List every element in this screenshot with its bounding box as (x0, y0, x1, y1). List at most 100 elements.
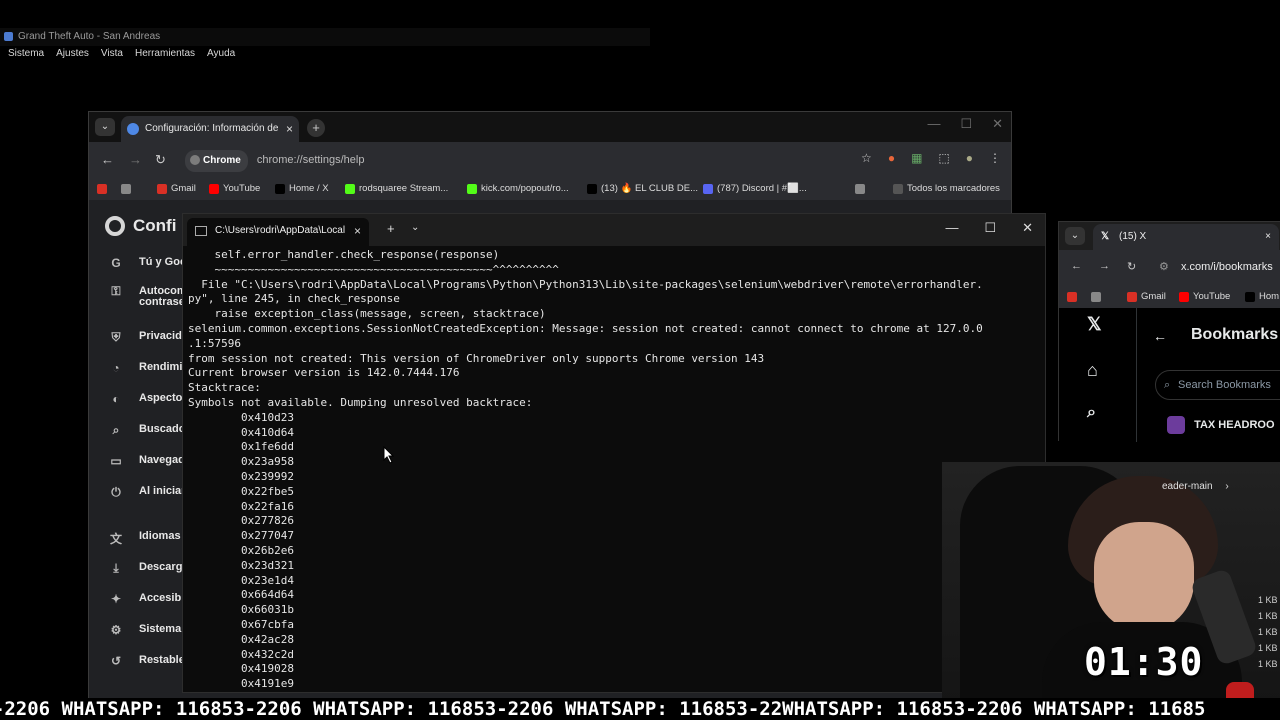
x-forward-button[interactable]: → (1099, 260, 1110, 272)
terminal-dropdown-icon[interactable]: ⌄ (411, 222, 419, 233)
x-address-url[interactable]: x.com/i/bookmarks (1181, 261, 1273, 273)
whatsapp-ticker: 53-2206 WHATSAPP: 116853-2206 WHATSAPP: … (0, 698, 1280, 720)
menu-dots-icon[interactable]: ⋮ (989, 151, 1001, 165)
search-icon[interactable]: ⌕ (1087, 404, 1096, 422)
x-tab-close-icon[interactable]: × (1265, 224, 1271, 250)
extensions-puzzle-icon[interactable]: ⬚ (938, 151, 949, 165)
settings-nav-label: Privacid (139, 330, 182, 342)
site-info-icon[interactable]: ⚙ (1159, 260, 1169, 273)
x-tabbar: ⌄ 𝕏 (15) X × (1059, 222, 1280, 250)
terminal-minimize-button[interactable]: — (945, 220, 958, 236)
terminal-line: 0x419028 (188, 662, 294, 676)
terminal-line: 0x22fa16 (188, 499, 294, 513)
bookmark-item[interactable]: Gmail (157, 183, 196, 194)
reload-button[interactable]: ↻ (155, 152, 166, 168)
search-bookmarks-input[interactable]: ⌕ Search Bookmarks (1155, 370, 1280, 400)
x-home-logo-icon[interactable]: 𝕏 (1087, 314, 1102, 335)
close-window-button[interactable]: ✕ (992, 116, 1003, 132)
chrome-tabbar: ⌄ Configuración: Información de × + — ☐ … (89, 112, 1011, 142)
tab-search-dropdown[interactable]: ⌄ (95, 118, 115, 136)
bookmark-item[interactable]: kick.com/popout/ro... (467, 183, 569, 194)
terminal-line: 0x42ac28 (188, 632, 294, 646)
bookmark-star-icon[interactable]: ☆ (861, 151, 872, 165)
x-back-button[interactable]: ← (1071, 260, 1082, 272)
app-menu-item[interactable]: Herramientas (135, 46, 195, 62)
tab-x[interactable]: 𝕏 (15) X × (1093, 224, 1279, 250)
bookmarks-more[interactable]: » (855, 183, 866, 194)
terminal-line: 0x23a958 (188, 455, 294, 469)
terminal-output[interactable]: self.error_handler.check_response(respon… (188, 248, 1038, 688)
terminal-close-button[interactable]: ✕ (1022, 220, 1033, 236)
terminal-line: 0x66031b (188, 603, 294, 617)
terminal-line: self.error_handler.check_response(respon… (188, 248, 500, 261)
terminal-line: Current browser version is 142.0.7444.17… (188, 366, 460, 380)
x-bookmark-item[interactable]: Hom (1245, 291, 1279, 302)
new-tab-button[interactable]: + (307, 119, 325, 137)
settings-nav-label: Sistema (139, 623, 182, 635)
app-titlebar: Grand Theft Auto - San Andreas (0, 28, 650, 46)
back-button[interactable]: ← (101, 152, 114, 167)
bookmark-item[interactable]: Home / X (275, 183, 329, 194)
app-menu-item[interactable]: Ayuda (207, 46, 235, 62)
settings-gear-icon (127, 123, 139, 135)
extension-2-icon[interactable]: ▦ (911, 151, 922, 165)
settings-nav-icon: ⤓ (113, 561, 119, 575)
terminal-line: 0x277047 (188, 529, 294, 543)
terminal-tab[interactable]: C:\Users\rodri\AppData\Local × (187, 218, 369, 246)
x-tab-dropdown[interactable]: ⌄ (1065, 227, 1085, 245)
x-bookmark-item[interactable]: Gmail (1127, 291, 1166, 302)
settings-nav-label: Al inician (139, 485, 188, 497)
x-tab-title: (15) X (1119, 231, 1147, 242)
ticker-text: 53-2206 WHATSAPP: 116853-2206 WHATSAPP: … (0, 698, 1206, 720)
terminal-maximize-button[interactable]: ☐ (984, 220, 996, 236)
app-menu-item[interactable]: Vista (101, 46, 123, 62)
bookmark-item[interactable]: (787) Discord | #⬜... (703, 183, 807, 194)
settings-nav-icon: ⚙ (110, 623, 122, 637)
settings-nav-icon: ✦ (110, 592, 122, 606)
tab-settings[interactable]: Configuración: Información de × (121, 116, 299, 142)
maximize-button[interactable]: ☐ (960, 116, 972, 132)
terminal-line: 0x26b2e6 (188, 543, 294, 557)
chrome-site-chip[interactable]: Chrome (185, 150, 248, 172)
search-bookmarks-placeholder: Search Bookmarks (1178, 379, 1271, 391)
settings-nav-icon: ⛨ (111, 330, 121, 344)
x-reload-button[interactable]: ↻ (1127, 260, 1136, 273)
terminal-line: raise exception_class(message, screen, s… (188, 307, 546, 321)
app-menu-item[interactable]: Sistema (8, 46, 44, 62)
settings-nav-icon: 文 (109, 532, 122, 546)
app-menu-item[interactable]: Ajustes (56, 46, 89, 62)
settings-nav-label: Accesibil (139, 592, 188, 604)
terminal-line: 0x22fbe5 (188, 484, 294, 498)
settings-nav-icon: ◐ (112, 392, 120, 406)
minimize-button[interactable]: — (927, 116, 940, 132)
x-browser-window: ⌄ 𝕏 (15) X × ← → ↻ ⚙ x.com/i/bookmarks G… (1058, 221, 1280, 442)
x-toolbar: ← → ↻ ⚙ x.com/i/bookmarks (1059, 250, 1280, 286)
profile-avatar-icon[interactable]: ● (966, 151, 973, 165)
home-icon[interactable]: ⌂ (1087, 360, 1098, 381)
x-sidebar: 𝕏 ⌂ ⌕ (1059, 308, 1137, 442)
all-bookmarks[interactable]: Todos los marcadores (893, 183, 1000, 194)
terminal-new-tab-button[interactable]: + (387, 221, 395, 236)
bookmark-item[interactable]: (13) 🔥 EL CLUB DE... (587, 183, 698, 194)
settings-nav-icon: ◔ (112, 361, 120, 375)
settings-nav-icon: G (111, 256, 121, 270)
forward-button[interactable]: → (129, 152, 142, 167)
address-bar[interactable]: Chrome chrome://settings/help (185, 149, 825, 172)
stream-timer: 01:30 (1084, 640, 1204, 684)
terminal-line: Symbols not available. Dumping unresolve… (188, 395, 533, 409)
bookmark-item[interactable]: rodsquaree Stream... (345, 183, 448, 194)
x-page: 𝕏 ⌂ ⌕ ← Bookmarks ⌕ Search Bookmarks TAX… (1059, 308, 1280, 442)
terminal-tab-close-icon[interactable]: × (354, 218, 361, 244)
terminal-line: 0x410d23 (188, 410, 294, 424)
bookmark-item[interactable]: TAX HEADROO (1167, 416, 1275, 434)
file-size-label: 1 KB (1258, 659, 1278, 669)
chrome-window-controls: — ☐ ✕ (927, 116, 1003, 132)
tab-close-icon[interactable]: × (286, 116, 293, 142)
extension-icon[interactable]: ● (888, 151, 895, 165)
terminal-line: 0x4191e9 (188, 677, 294, 688)
x-bookmark-item[interactable]: YouTube (1179, 291, 1230, 302)
bookmark-item[interactable]: YouTube (209, 183, 260, 194)
bookmarks-back-icon[interactable]: ← (1153, 328, 1167, 344)
terminal-line: 0x67cbfa (188, 617, 294, 631)
terminal-line: 0x1fe6dd (188, 440, 294, 454)
